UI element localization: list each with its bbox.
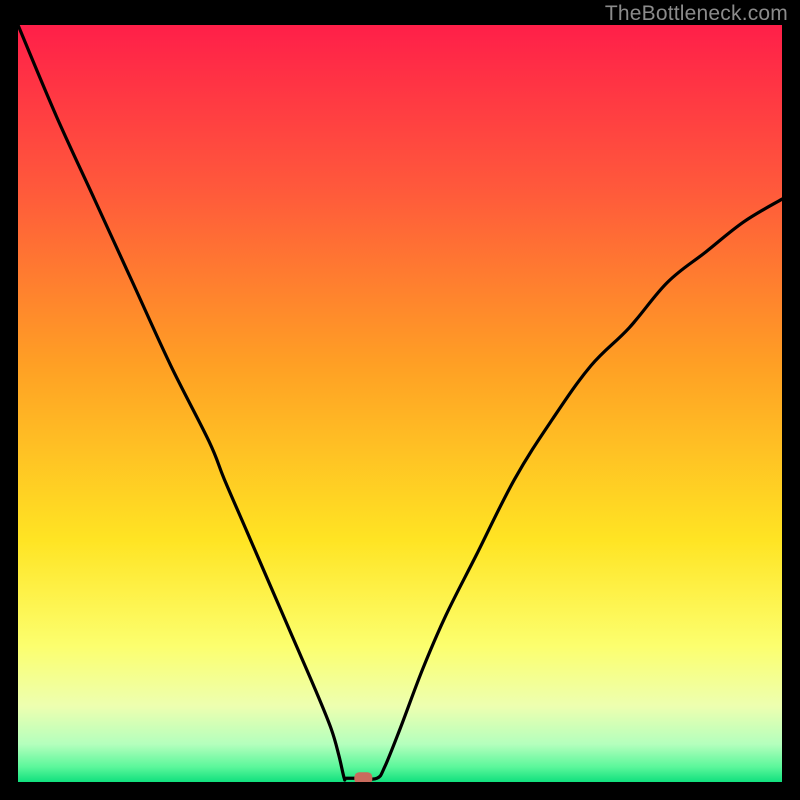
watermark-text: TheBottleneck.com xyxy=(605,2,788,26)
gradient-background xyxy=(18,25,782,782)
optimal-marker xyxy=(354,772,372,782)
bottleneck-chart xyxy=(18,25,782,782)
chart-frame xyxy=(18,25,782,782)
